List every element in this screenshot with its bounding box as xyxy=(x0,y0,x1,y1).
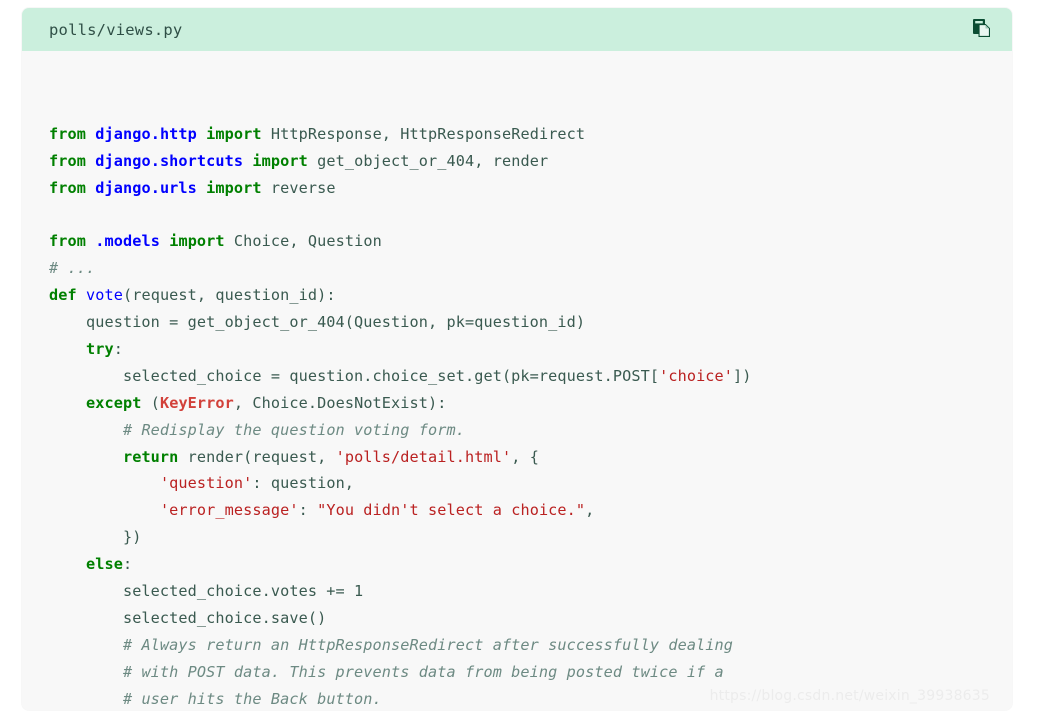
code-token: 'error_message' xyxy=(159,501,299,520)
code-token: : xyxy=(122,555,133,574)
code-token: 'choice' xyxy=(659,366,734,385)
code-token: except xyxy=(85,393,142,412)
code-token: : question, xyxy=(252,474,355,493)
code-lines: from django.http import HttpResponse, Ht… xyxy=(49,121,1012,710)
code-line: selected_choice = question.choice_set.ge… xyxy=(49,363,1012,390)
code-header: polls/views.py xyxy=(22,8,1012,51)
code-token: }) xyxy=(49,528,142,547)
code-token: # ... xyxy=(49,259,96,278)
code-token: selected_choice.votes += xyxy=(49,581,355,600)
code-token: from xyxy=(49,151,86,170)
code-token: ( xyxy=(141,393,160,412)
copy-to-clipboard-icon xyxy=(971,17,993,42)
code-line: 'question': question, xyxy=(49,470,1012,497)
code-token: selected_choice = question.choice_set.ge… xyxy=(49,366,660,385)
code-line: except (KeyError, Choice.DoesNotExist): xyxy=(49,390,1012,417)
code-token: django.shortcuts xyxy=(95,151,244,170)
code-token: from xyxy=(49,178,86,197)
code-token: (request, question_id): xyxy=(122,286,336,305)
code-token: ]) xyxy=(733,366,752,385)
code-line: from django.urls import reverse xyxy=(49,175,1012,202)
code-token: 1 xyxy=(354,581,364,600)
code-token: import xyxy=(206,178,262,197)
code-token: import xyxy=(206,124,262,143)
code-token: from xyxy=(49,124,86,143)
code-token: # with POST data. This prevents data fro… xyxy=(122,662,724,681)
code-token: from xyxy=(49,232,86,251)
code-token: django.http xyxy=(95,124,197,143)
code-token: def xyxy=(49,286,77,305)
copy-to-clipboard-button[interactable] xyxy=(969,17,995,43)
code-token: else xyxy=(85,555,123,574)
code-line: from django.shortcuts import get_object_… xyxy=(49,148,1012,175)
code-token: "You didn't select a choice." xyxy=(317,501,586,520)
code-token: vote xyxy=(85,286,123,305)
code-token: import xyxy=(252,151,308,170)
code-line: 'error_message': "You didn't select a ch… xyxy=(49,497,1012,524)
code-line: selected_choice.save() xyxy=(49,605,1012,632)
code-token: django.urls xyxy=(95,178,197,197)
code-token: Choice, Question xyxy=(224,232,382,251)
code-line: # ... xyxy=(49,255,1012,282)
code-token: KeyError xyxy=(159,393,234,412)
code-line: return render(request, 'polls/detail.htm… xyxy=(49,444,1012,471)
code-line: try: xyxy=(49,336,1012,363)
code-token: : xyxy=(113,339,123,358)
code-token: 'question' xyxy=(159,474,253,493)
code-token: try xyxy=(85,339,114,358)
code-token: , xyxy=(585,501,595,520)
code-token: : xyxy=(298,501,318,520)
code-snippet-card: polls/views.py from django.http import H… xyxy=(22,8,1012,710)
code-line: else: xyxy=(49,551,1012,578)
code-line: from django.http import HttpResponse, Ht… xyxy=(49,121,1012,148)
code-line: }) xyxy=(49,524,1012,551)
code-token: 'polls/detail.html' xyxy=(335,447,512,466)
code-token: # Redisplay the question voting form. xyxy=(122,420,465,439)
code-token: question = get_object_or_404(Question, p… xyxy=(49,313,586,332)
code-token: # user hits the Back button. xyxy=(122,689,382,708)
code-token: get_object_or_404, render xyxy=(307,151,549,170)
code-line: # with POST data. This prevents data fro… xyxy=(49,659,1012,686)
code-token: # Always return an HttpResponseRedirect … xyxy=(122,635,734,654)
code-content[interactable]: from django.http import HttpResponse, Ht… xyxy=(22,51,1012,710)
code-token: reverse xyxy=(261,178,336,197)
code-token: selected_choice.save() xyxy=(49,608,327,627)
code-token: , Choice.DoesNotExist): xyxy=(233,393,447,412)
code-token: return xyxy=(122,447,179,466)
code-filename: polls/views.py xyxy=(49,20,183,39)
code-token: render(request, xyxy=(178,447,336,466)
code-token: import xyxy=(169,232,225,251)
code-token: .models xyxy=(95,232,160,251)
code-line: question = get_object_or_404(Question, p… xyxy=(49,309,1012,336)
code-line: from .models import Choice, Question xyxy=(49,228,1012,255)
code-token: HttpResponse, HttpResponseRedirect xyxy=(261,124,586,143)
code-line: def vote(request, question_id): xyxy=(49,282,1012,309)
code-line: selected_choice.votes += 1 xyxy=(49,578,1012,605)
watermark-text: https://blog.csdn.net/weixin_39938635 xyxy=(709,688,990,704)
code-line: # Redisplay the question voting form. xyxy=(49,417,1012,444)
code-token: , { xyxy=(511,447,539,466)
code-line: # Always return an HttpResponseRedirect … xyxy=(49,632,1012,659)
